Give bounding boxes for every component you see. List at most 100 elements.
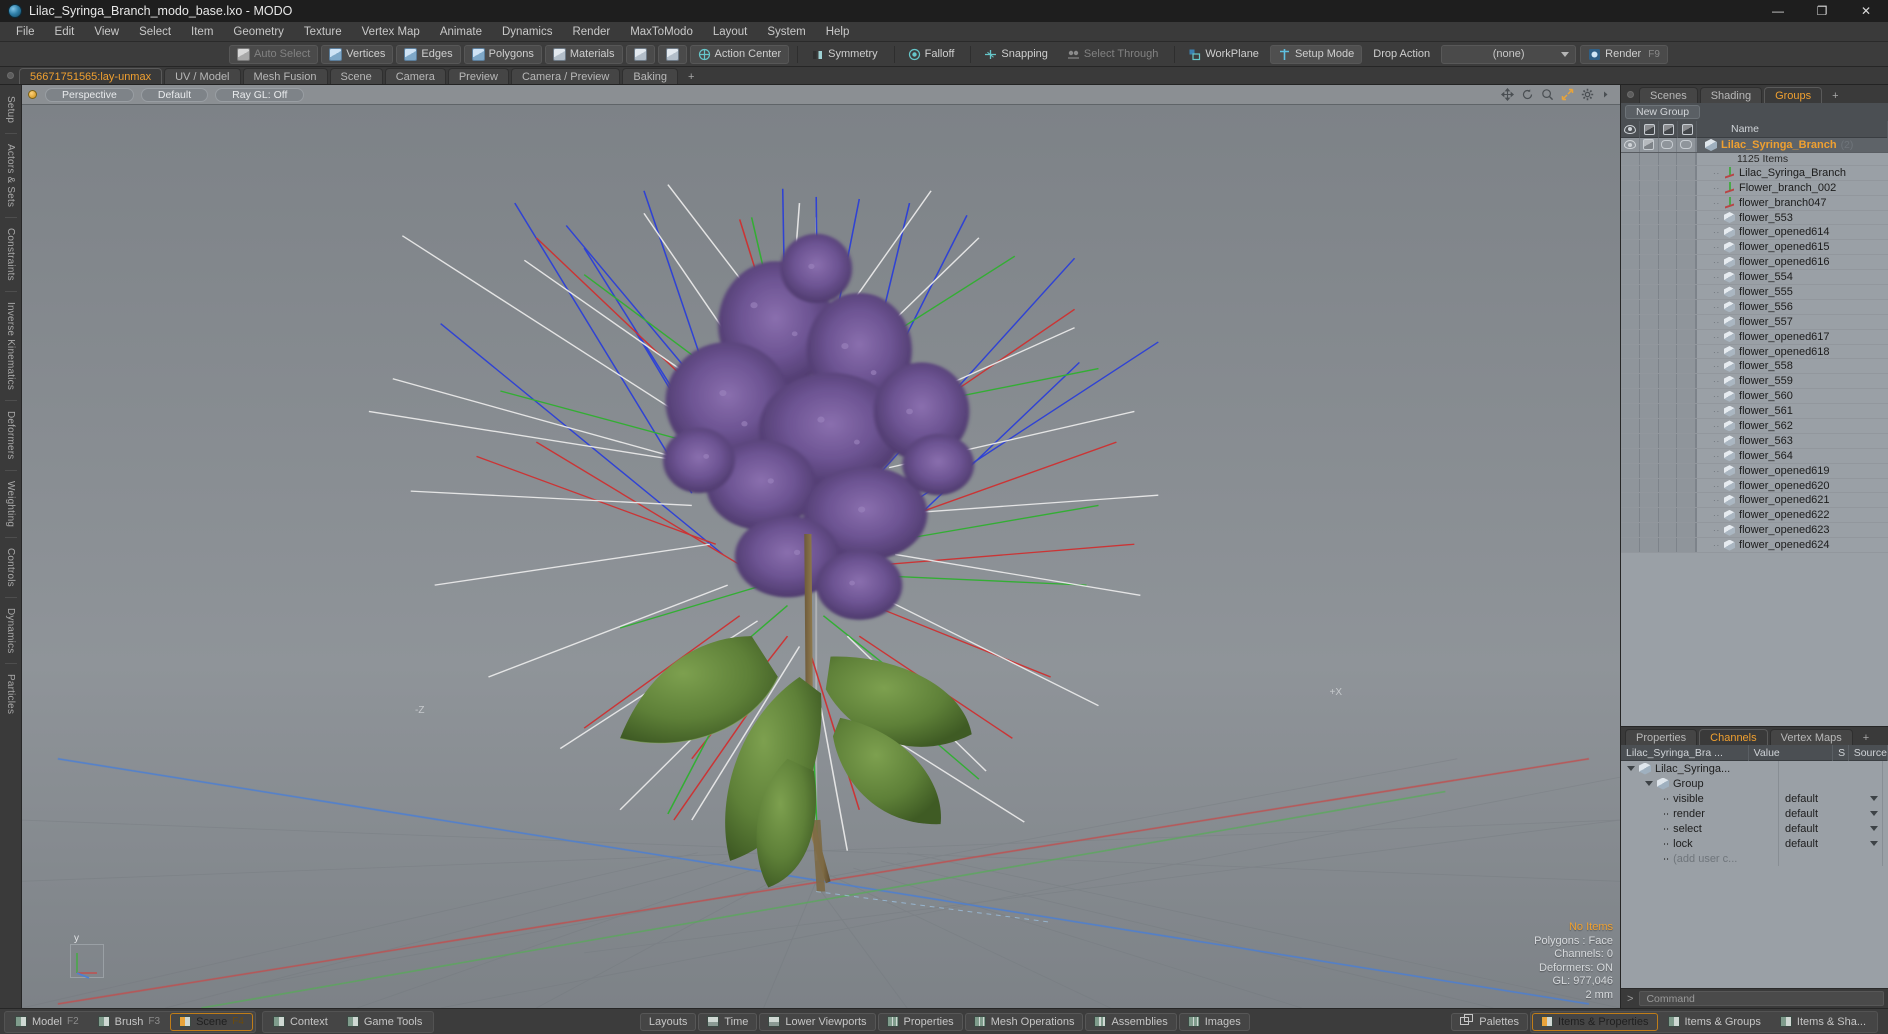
row-toggle-cell[interactable] (1659, 433, 1678, 448)
tab-camera-preview[interactable]: Camera / Preview (510, 68, 621, 84)
3d-viewport[interactable]: -Z +X y No Items Polygons : Face Channel… (22, 105, 1620, 1008)
row-toggle-cell[interactable] (1677, 285, 1696, 299)
view-orientation-gizmo[interactable] (70, 944, 104, 979)
row-toggle-cell[interactable] (1677, 240, 1696, 255)
list-item[interactable]: ∙∙ flower_564 (1621, 448, 1888, 464)
channel-row[interactable]: Lilac_Syringa... (1621, 761, 1888, 776)
mode-button-model[interactable]: Model F2 (6, 1013, 88, 1031)
column-lock[interactable] (1678, 120, 1697, 138)
tab-scenes[interactable]: Scenes (1639, 87, 1698, 103)
row-visible-toggle[interactable] (1621, 138, 1640, 152)
row-toggle-cell[interactable] (1659, 538, 1678, 553)
pan-icon[interactable] (1501, 88, 1514, 101)
gear-icon[interactable] (1581, 88, 1594, 101)
row-toggle-cell[interactable] (1621, 419, 1640, 433)
new-group-button[interactable]: New Group (1625, 105, 1701, 119)
workplane-button[interactable]: WorkPlane (1180, 45, 1267, 64)
channels-col-value[interactable]: Value (1749, 744, 1834, 761)
row-toggle-cell[interactable] (1677, 255, 1696, 270)
list-item[interactable]: ∙∙ flower_563 (1621, 433, 1888, 449)
row-toggle-cell[interactable] (1640, 419, 1659, 433)
channels-col-s[interactable]: S (1833, 744, 1849, 761)
list-item[interactable]: ∙∙ flower_opened615 (1621, 240, 1888, 256)
disclosure-triangle-icon[interactable] (1645, 781, 1653, 786)
row-toggle-cell[interactable] (1621, 478, 1640, 493)
row-toggle-cell[interactable] (1677, 404, 1696, 419)
palettes-button[interactable]: Palettes (1451, 1012, 1529, 1031)
row-toggle-cell[interactable] (1659, 448, 1678, 463)
layout-button-items-groups[interactable]: Items & Groups (1659, 1013, 1770, 1031)
chevron-right-icon[interactable] (1601, 88, 1610, 101)
row-toggle-cell[interactable] (1659, 165, 1678, 180)
item-list[interactable]: Lilac_Syringa_Branch (2) 1125 Items ∙∙ Li… (1621, 138, 1888, 726)
tab-uv-model[interactable]: UV / Model (164, 68, 241, 84)
channel-row[interactable]: ∙∙ (add user c... (1621, 851, 1888, 866)
row-toggle-cell[interactable] (1621, 508, 1640, 523)
tab-camera[interactable]: Camera (384, 68, 446, 84)
row-toggle-cell[interactable] (1659, 508, 1678, 523)
row-toggle-cell[interactable] (1659, 389, 1678, 404)
row-toggle-cell[interactable] (1659, 210, 1678, 225)
lower-viewports-button[interactable]: Lower Viewports (759, 1012, 876, 1031)
row-toggle-cell[interactable] (1677, 299, 1696, 314)
column-render[interactable] (1640, 120, 1659, 138)
menu-texture[interactable]: Texture (294, 22, 352, 42)
row-toggle-cell[interactable] (1621, 374, 1640, 389)
channel-row[interactable]: Group (1621, 776, 1888, 791)
tab-groups[interactable]: Groups (1764, 87, 1823, 103)
row-toggle-cell[interactable] (1621, 210, 1640, 225)
list-item[interactable]: ∙∙ flower_558 (1621, 359, 1888, 375)
list-item[interactable]: ∙∙ flower_opened620 (1621, 478, 1888, 494)
drop-action-dropdown[interactable]: (none) (1441, 44, 1577, 64)
row-toggle-cell[interactable] (1659, 463, 1678, 478)
menu-file[interactable]: File (6, 22, 45, 42)
row-toggle-cell[interactable] (1677, 463, 1696, 478)
command-input[interactable]: Command (1639, 991, 1884, 1006)
row-toggle-cell[interactable] (1621, 389, 1640, 404)
chevron-down-icon[interactable] (1870, 826, 1878, 831)
menu-maxtomodo[interactable]: MaxToModo (620, 22, 703, 42)
list-item[interactable]: ∙∙ flower_opened623 (1621, 523, 1888, 539)
tab-mesh-fusion[interactable]: Mesh Fusion (242, 68, 328, 84)
list-item[interactable]: ∙∙ flower_opened622 (1621, 508, 1888, 524)
row-select-toggle[interactable] (1659, 138, 1678, 152)
viewport-raygl-button[interactable]: Ray GL: Off (215, 87, 305, 102)
edges-button[interactable]: Edges (396, 44, 461, 64)
list-item[interactable]: ∙∙ flower_opened621 (1621, 493, 1888, 509)
list-item[interactable]: ∙∙ flower_opened618 (1621, 344, 1888, 360)
row-toggle-cell[interactable] (1621, 240, 1640, 255)
row-toggle-cell[interactable] (1640, 463, 1659, 478)
row-toggle-cell[interactable] (1640, 314, 1659, 329)
row-toggle-cell[interactable] (1640, 433, 1659, 448)
row-toggle-cell[interactable] (1640, 359, 1659, 374)
tab-layout-unmax[interactable]: 56671751565:lay-unmax (19, 68, 163, 84)
row-toggle-cell[interactable] (1677, 225, 1696, 240)
row-toggle-cell[interactable] (1621, 285, 1640, 299)
row-toggle-cell[interactable] (1659, 285, 1678, 299)
menu-render[interactable]: Render (562, 22, 620, 42)
menu-select[interactable]: Select (129, 22, 181, 42)
add-tab-button[interactable]: + (680, 68, 702, 84)
list-item[interactable]: ∙∙ flower_553 (1621, 210, 1888, 226)
layout-button-items-properties[interactable]: Items & Properties (1532, 1012, 1658, 1031)
row-toggle-cell[interactable] (1640, 195, 1659, 210)
add-panel-tab-button[interactable]: + (1824, 87, 1846, 103)
channels-col-source[interactable]: Source (1849, 744, 1888, 761)
menu-animate[interactable]: Animate (430, 22, 492, 42)
row-toggle-cell[interactable] (1677, 508, 1696, 523)
channel-row[interactable]: ∙∙ lock default (1621, 836, 1888, 851)
chevron-down-icon[interactable] (1870, 841, 1878, 846)
row-toggle-cell[interactable] (1659, 419, 1678, 433)
row-toggle-cell[interactable] (1621, 180, 1640, 195)
row-toggle-cell[interactable] (1659, 255, 1678, 270)
row-toggle-cell[interactable] (1621, 538, 1640, 553)
row-toggle-cell[interactable] (1640, 389, 1659, 404)
row-toggle-cell[interactable] (1659, 270, 1678, 285)
column-visible[interactable] (1621, 120, 1640, 138)
row-toggle-cell[interactable] (1621, 359, 1640, 374)
row-toggle-cell[interactable] (1677, 538, 1696, 553)
mode-button-brush[interactable]: Brush F3 (89, 1013, 169, 1031)
mode-button-context[interactable]: Context (264, 1013, 337, 1031)
row-toggle-cell[interactable] (1640, 180, 1659, 195)
images-button[interactable]: Images (1178, 1012, 1250, 1031)
